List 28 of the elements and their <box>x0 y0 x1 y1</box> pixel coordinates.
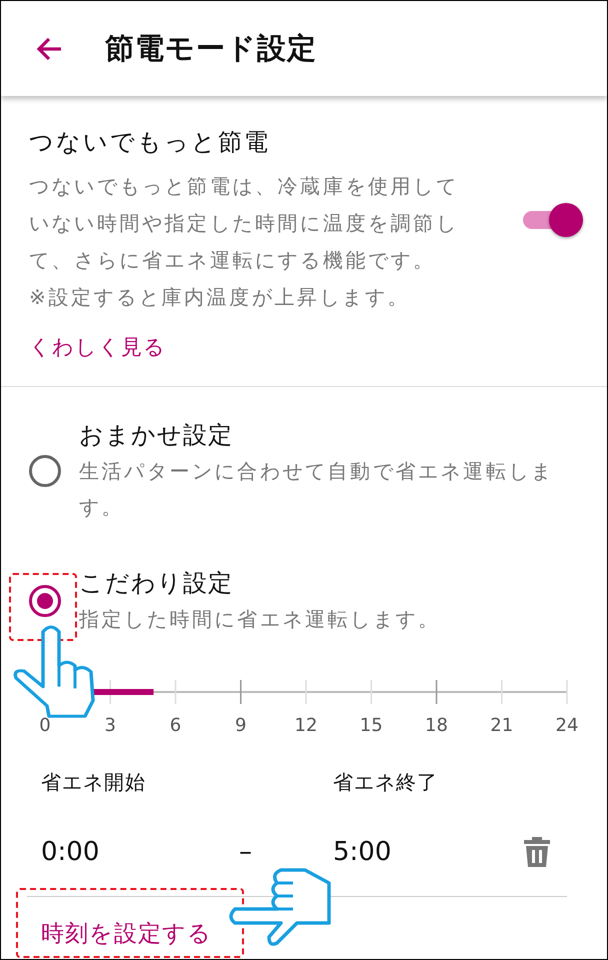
screen-title: 節電モード設定 <box>105 30 317 67</box>
feature-description: つないでもっと節電は、冷蔵庫を使用していない時間や指定した時間に温度を調節して、さらに省エネ運転にする機能です。 <box>29 173 460 274</box>
hour-label: 3 <box>104 714 116 736</box>
hour-label: 15 <box>360 714 383 736</box>
radio-button[interactable] <box>29 454 61 486</box>
delete-icon[interactable] <box>523 836 551 868</box>
hour-label: 0 <box>39 714 51 736</box>
feature-title: つないでもっと節電 <box>29 127 271 158</box>
radio-button[interactable] <box>29 584 61 616</box>
hour-label: 18 <box>425 714 448 736</box>
option-title: おまかせ設定 <box>79 420 234 450</box>
hour-label: 24 <box>556 714 578 736</box>
option-title: こだわり設定 <box>79 568 234 598</box>
end-label: 省エネ終了 <box>333 768 438 796</box>
start-label: 省エネ開始 <box>41 768 147 796</box>
hour-label: 6 <box>170 714 182 736</box>
set-time-link[interactable]: 時刻を設定する <box>41 916 212 951</box>
hour-label: 9 <box>235 714 246 736</box>
start-time[interactable]: 0:00 <box>41 832 239 872</box>
separator: – <box>239 836 253 868</box>
details-link[interactable]: くわしく見る <box>29 332 166 364</box>
feature-note: ※設定すると庫内温度が上昇します。 <box>29 284 411 311</box>
option-description: 生活パターンに合わせて自動で省エネ運転します。 <box>79 458 555 520</box>
hour-label: 21 <box>490 714 514 736</box>
back-icon[interactable] <box>35 36 63 62</box>
end-time[interactable]: 5:00 <box>333 832 523 872</box>
hour-label: 12 <box>294 714 318 736</box>
option-description: 指定した時間に省エネ運転します。 <box>79 606 441 632</box>
